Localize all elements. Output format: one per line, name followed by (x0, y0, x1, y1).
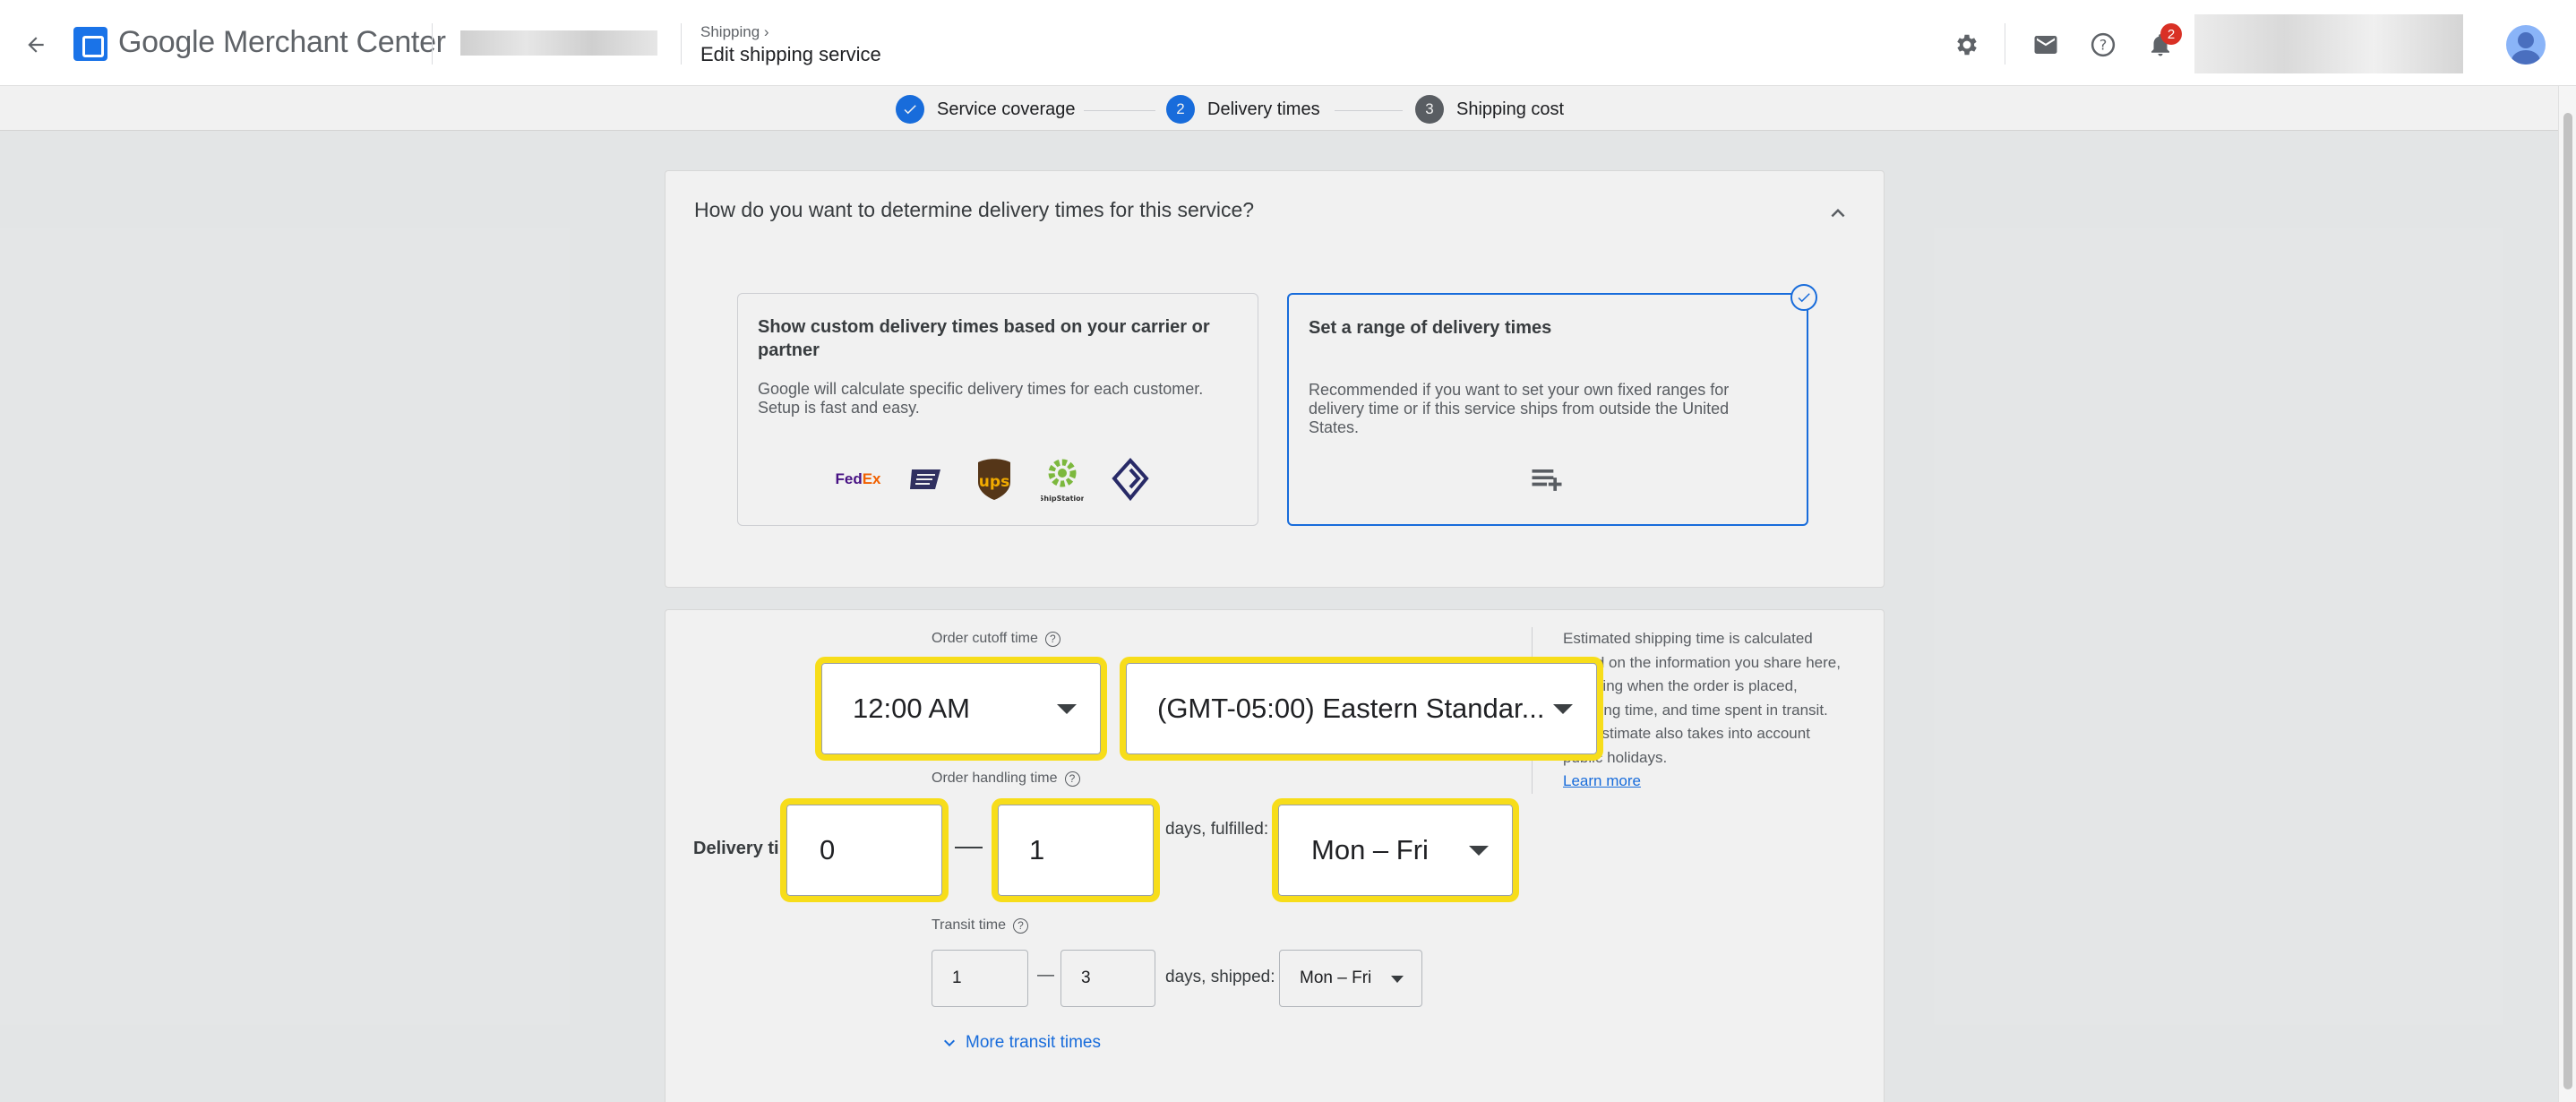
scrollbar-thumb[interactable] (2563, 113, 2572, 1089)
app-name: Google Merchant Center (118, 25, 446, 59)
timezone-select[interactable]: (GMT-05:00) Eastern Standar... (1120, 657, 1603, 761)
fulfilled-days-select[interactable]: Mon – Fri (1272, 798, 1519, 902)
account-name-redacted[interactable] (460, 30, 657, 56)
chevron-right-icon: › (763, 23, 769, 40)
transit-min-value: 1 (952, 969, 962, 987)
dropdown-arrow-icon (1057, 704, 1077, 714)
back-arrow-icon[interactable] (16, 25, 56, 65)
merchant-center-logo (73, 27, 107, 61)
handling-max-input[interactable]: 1 (992, 798, 1160, 902)
divider (681, 23, 682, 65)
step-service-coverage[interactable]: Service coverage (896, 95, 1076, 124)
breadcrumb-parent[interactable]: Shipping (700, 23, 760, 40)
svg-text:ShipStation: ShipStation (1041, 495, 1084, 503)
shipped-days-select[interactable]: Mon – Fri (1279, 950, 1422, 1007)
step-label: Shipping cost (1456, 99, 1565, 119)
info-text: Estimated shipping time is calculated ba… (1563, 630, 1841, 766)
shipstation-logo: ShipStation (1041, 455, 1084, 504)
transit-label: Transit time ? (932, 917, 1028, 934)
timezone-value: (GMT-05:00) Eastern Standar... (1157, 693, 1545, 724)
step-number: 2 (1166, 95, 1195, 124)
step-label: Delivery times (1207, 99, 1320, 119)
help-icon[interactable]: ? (1044, 631, 1060, 647)
avatar[interactable] (2506, 25, 2546, 65)
transit-min-input[interactable]: 1 (932, 950, 1028, 1007)
notification-badge: 2 (2160, 23, 2182, 45)
cutoff-label: Order cutoff time ? (932, 631, 1060, 647)
page-title: Edit shipping service (700, 43, 881, 65)
carrier-logos: Fed Ex ups ShipStation (835, 455, 1152, 504)
handling-label-text: Order handling time (932, 771, 1058, 786)
option-title: Show custom delivery times based on your… (758, 317, 1210, 360)
cutoff-time-select[interactable]: 12:00 AM (815, 657, 1107, 761)
help-icon[interactable]: ? (1064, 771, 1080, 787)
question-title: How do you want to determine delivery ti… (694, 198, 1255, 221)
dropdown-arrow-icon (1553, 704, 1573, 714)
chevron-up-icon[interactable] (1825, 200, 1851, 231)
svg-text:?: ? (2099, 37, 2108, 54)
stepper: Service coverage 2 Delivery times 3 Ship… (0, 86, 2558, 131)
step-connector (1335, 110, 1403, 111)
shipped-days-value: Mon – Fri (1300, 969, 1372, 987)
help-icon[interactable]: ? (1012, 917, 1028, 934)
handling-suffix: days, fulfilled: (1165, 820, 1269, 839)
step-shipping-cost[interactable]: 3 Shipping cost (1415, 95, 1564, 124)
range-dash: — (1037, 966, 1054, 985)
usps-logo (905, 455, 948, 504)
top-app-bar: Google Merchant Center Shipping › Edit s… (0, 0, 2576, 86)
option-carrier-times[interactable]: Show custom delivery times based on your… (737, 293, 1258, 526)
fedex-logo: Fed Ex (835, 470, 881, 487)
selected-check-icon (1790, 284, 1817, 311)
handling-min-input[interactable]: 0 (780, 798, 949, 902)
scrollbar[interactable] (2558, 86, 2576, 1102)
cutoff-time-value: 12:00 AM (853, 693, 970, 724)
range-dash: — (955, 830, 983, 861)
playlist-add-icon (1527, 460, 1567, 504)
delivery-method-card: How do you want to determine delivery ti… (665, 170, 1885, 588)
transit-label-text: Transit time (932, 917, 1006, 933)
step-label: Service coverage (937, 99, 1076, 119)
delivery-time-label: Delivery tir (693, 839, 786, 858)
option-title: Set a range of delivery times (1309, 318, 1552, 338)
mail-icon[interactable] (2028, 27, 2064, 63)
chevron-down-icon (944, 1039, 955, 1046)
breadcrumb[interactable]: Shipping › (700, 23, 769, 41)
step-connector (1084, 110, 1155, 111)
transit-suffix: days, shipped: (1165, 968, 1275, 986)
ups-logo: ups (973, 455, 1016, 504)
cutoff-label-text: Order cutoff time (932, 631, 1038, 646)
option-description: Recommended if you want to set your own … (1309, 381, 1730, 436)
dropdown-arrow-icon (1391, 976, 1404, 983)
dropdown-arrow-icon (1469, 846, 1489, 856)
option-description: Google will calculate specific delivery … (758, 380, 1204, 417)
transit-max-input[interactable]: 3 (1060, 950, 1155, 1007)
handling-max-value: 1 (1029, 834, 1045, 865)
step-number: 3 (1415, 95, 1444, 124)
more-transit-times-label: More transit times (966, 1033, 1101, 1052)
svg-text:ups: ups (979, 473, 1009, 491)
other-carrier-logo (1109, 455, 1152, 504)
transit-max-value: 3 (1081, 969, 1091, 987)
fulfilled-days-value: Mon – Fri (1311, 834, 1429, 865)
check-icon (896, 95, 924, 124)
user-info-redacted (2194, 14, 2463, 73)
learn-more-link[interactable]: Learn more (1563, 772, 1641, 789)
handling-label: Order handling time ? (932, 771, 1080, 787)
help-icon[interactable]: ? (2085, 27, 2121, 63)
option-range-times[interactable]: Set a range of delivery times Recommende… (1287, 284, 1817, 526)
step-delivery-times[interactable]: 2 Delivery times (1166, 95, 1320, 124)
handling-min-value: 0 (820, 834, 836, 865)
gear-icon[interactable] (1949, 27, 1985, 63)
more-transit-times-link[interactable]: More transit times (939, 1032, 1101, 1054)
divider (432, 23, 433, 65)
